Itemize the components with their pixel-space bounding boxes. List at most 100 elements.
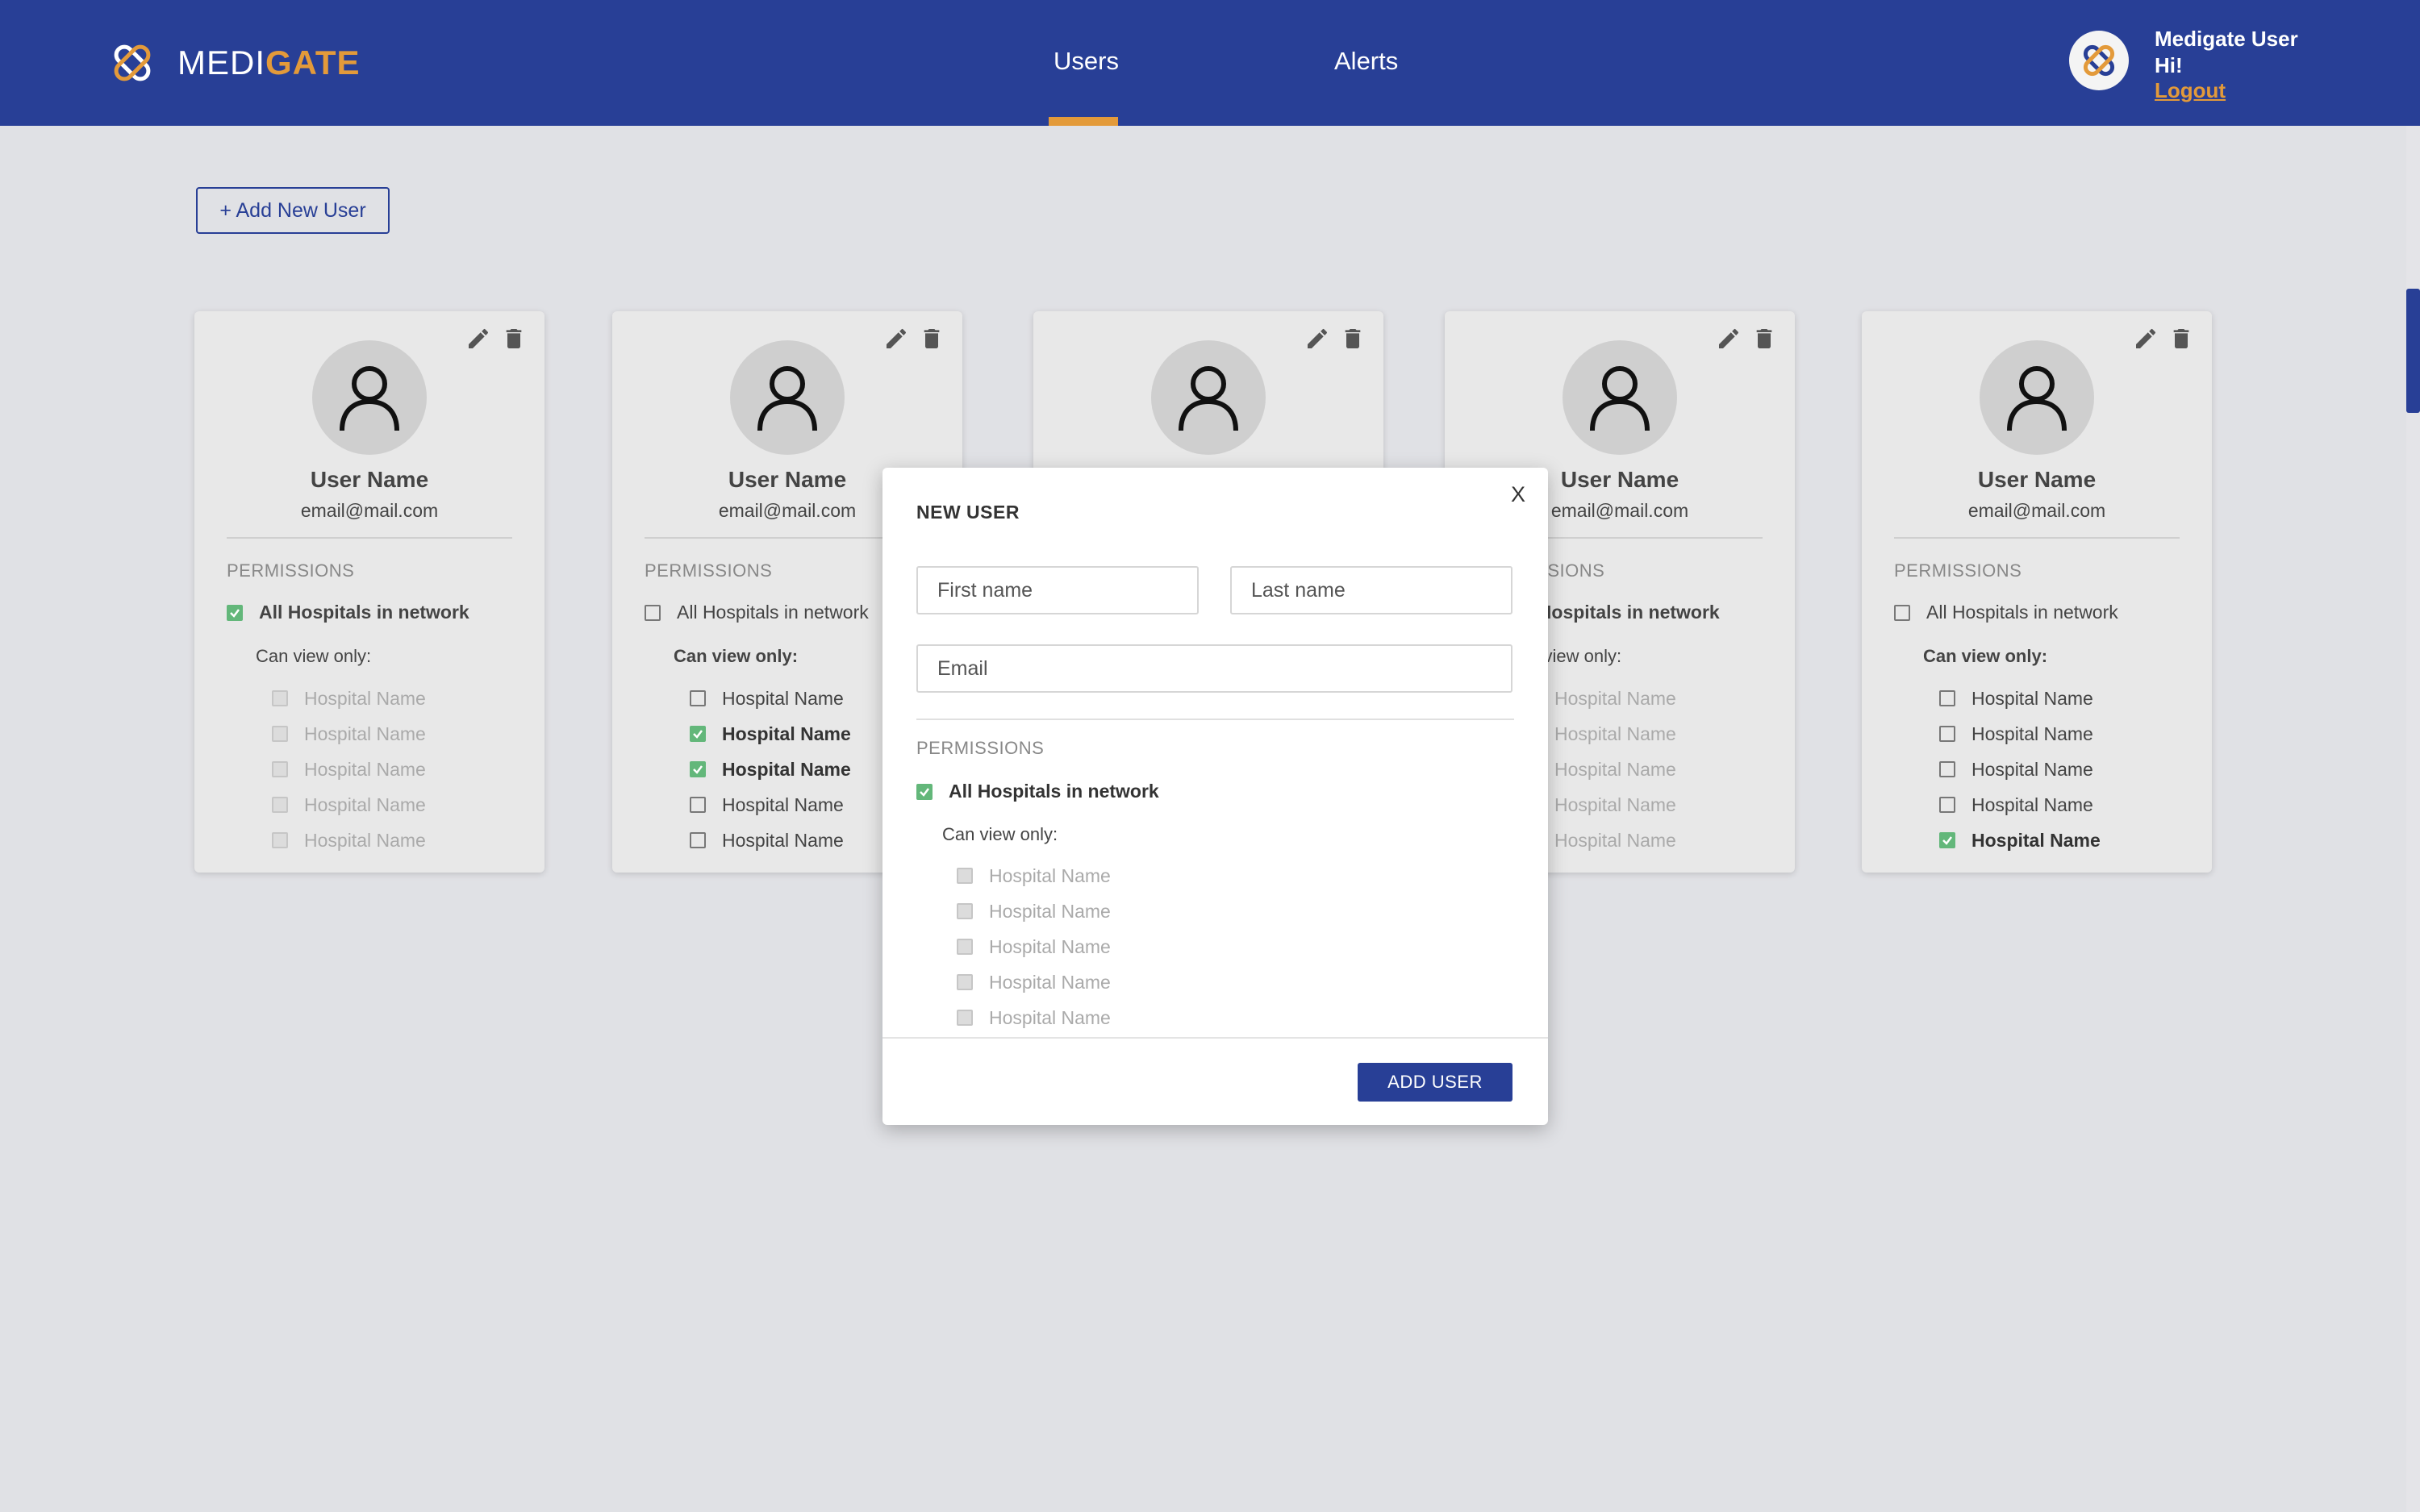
hospital-option[interactable]: Hospital Name — [1939, 787, 2101, 823]
add-new-user-button[interactable]: + Add New User — [196, 187, 390, 234]
hospital-label: Hospital Name — [1554, 687, 1676, 709]
hospital-checkbox[interactable] — [690, 832, 706, 848]
all-hospitals-checkbox[interactable] — [645, 604, 661, 621]
all-hospitals-option[interactable]: All Hospitals in network — [916, 781, 1159, 802]
edit-user-button[interactable] — [1716, 326, 1742, 356]
hospital-checkbox[interactable] — [1939, 832, 1955, 848]
brand-prefix: MEDI — [177, 44, 265, 81]
avatar — [1151, 340, 1266, 455]
hospital-option[interactable]: Hospital Name — [1939, 752, 2101, 787]
profile-avatar[interactable] — [2069, 31, 2129, 90]
logout-link[interactable]: Logout — [2155, 78, 2226, 103]
hospital-option[interactable]: Hospital Name — [1939, 716, 2101, 752]
hospital-option: Hospital Name — [272, 752, 426, 787]
hospital-option[interactable]: Hospital Name — [690, 681, 851, 716]
nav-tab-users[interactable]: Users — [1054, 47, 1119, 76]
card-actions — [1304, 326, 1366, 356]
edit-user-button[interactable] — [2133, 326, 2159, 356]
delete-user-button[interactable] — [1751, 326, 1777, 356]
hospital-option: Hospital Name — [957, 964, 1111, 1000]
hospital-option[interactable]: Hospital Name — [690, 823, 851, 858]
hospital-label: Hospital Name — [1971, 758, 2093, 780]
trash-icon — [924, 329, 940, 348]
hospital-checkbox[interactable] — [1939, 761, 1955, 777]
hospital-option[interactable]: Hospital Name — [1939, 681, 2101, 716]
user-card: User Name email@mail.com PERMISSIONS All… — [194, 311, 544, 873]
scrollbar-thumb[interactable] — [2406, 289, 2420, 413]
hospital-list: Hospital Name Hospital Name Hospital Nam… — [272, 681, 426, 858]
edit-icon — [887, 328, 907, 348]
delete-user-button[interactable] — [2168, 326, 2194, 356]
hospital-option[interactable]: Hospital Name — [690, 752, 851, 787]
edit-user-button[interactable] — [1304, 326, 1330, 356]
edit-icon — [1308, 328, 1328, 348]
edit-user-button[interactable] — [465, 326, 491, 356]
hospital-checkbox — [957, 1010, 973, 1026]
hospital-label: Hospital Name — [1554, 793, 1676, 815]
email-input[interactable]: Email — [916, 644, 1512, 693]
dialog-title: NEW USER — [916, 502, 1020, 523]
all-hospitals-checkbox[interactable] — [916, 783, 933, 800]
first-name-input[interactable]: First name — [916, 566, 1199, 614]
hospital-checkbox — [272, 690, 288, 706]
delete-user-button[interactable] — [501, 326, 527, 356]
brand-name: MEDIGATE — [177, 44, 361, 82]
hospital-label: Hospital Name — [722, 793, 844, 815]
hospital-label: Hospital Name — [989, 971, 1111, 993]
all-hospitals-checkbox[interactable] — [1894, 604, 1910, 621]
user-name: User Name — [1977, 467, 2097, 492]
hospital-label: Hospital Name — [722, 723, 851, 744]
hospital-label: Hospital Name — [1971, 687, 2093, 709]
user-card: User Name email@mail.com PERMISSIONS All… — [1862, 311, 2212, 873]
trash-icon — [2173, 329, 2189, 348]
hospital-checkbox[interactable] — [1939, 690, 1955, 706]
checkmark-icon — [1942, 836, 1952, 845]
hospital-checkbox[interactable] — [690, 726, 706, 742]
all-hospitals-option[interactable]: All Hospitals in network — [1894, 602, 2118, 623]
all-hospitals-label: All Hospitals in network — [259, 602, 469, 623]
medigate-logo-icon — [114, 44, 151, 81]
card-actions — [2133, 326, 2194, 356]
divider — [916, 719, 1514, 720]
hospital-checkbox — [957, 974, 973, 990]
delete-user-button[interactable] — [919, 326, 945, 356]
hospital-checkbox[interactable] — [1939, 797, 1955, 813]
hospital-checkbox — [957, 903, 973, 919]
last-name-input[interactable]: Last name — [1230, 566, 1512, 614]
hospital-label: Hospital Name — [1971, 829, 2101, 851]
hospital-option[interactable]: Hospital Name — [1939, 823, 2101, 858]
all-hospitals-option[interactable]: All Hospitals in network — [645, 602, 869, 623]
hospital-checkbox[interactable] — [690, 690, 706, 706]
edit-user-button[interactable] — [883, 326, 909, 356]
hospital-label: Hospital Name — [304, 758, 426, 780]
hospital-label: Hospital Name — [989, 935, 1111, 957]
user-name: User Name — [310, 467, 429, 492]
brand-logo[interactable]: MEDIGATE — [108, 39, 361, 87]
user-avatar-icon — [340, 366, 399, 431]
can-view-only-label: Can view only: — [942, 824, 1058, 844]
hospital-checkbox[interactable] — [690, 797, 706, 813]
all-hospitals-option[interactable]: All Hospitals in network — [227, 602, 469, 623]
hospital-label: Hospital Name — [304, 793, 426, 815]
hospital-checkbox[interactable] — [1939, 726, 1955, 742]
trash-icon — [1345, 329, 1361, 348]
hospital-option: Hospital Name — [272, 823, 426, 858]
hospital-option: Hospital Name — [957, 858, 1111, 893]
hospital-list: Hospital Name Hospital Name Hospital Nam… — [957, 858, 1111, 1035]
hospital-label: Hospital Name — [722, 829, 844, 851]
delete-user-button[interactable] — [1340, 326, 1366, 356]
medigate-logo-icon — [2083, 44, 2115, 77]
nav-tab-alerts[interactable]: Alerts — [1334, 47, 1398, 76]
hospital-label: Hospital Name — [989, 864, 1111, 886]
checkmark-icon — [693, 730, 703, 739]
hospital-option[interactable]: Hospital Name — [690, 787, 851, 823]
hospital-option[interactable]: Hospital Name — [690, 716, 851, 752]
hospital-checkbox[interactable] — [690, 761, 706, 777]
add-user-submit-button[interactable]: ADD USER — [1358, 1063, 1512, 1102]
divider — [1894, 537, 2180, 539]
close-dialog-button[interactable]: X — [1511, 482, 1525, 507]
all-hospitals-checkbox[interactable] — [227, 604, 243, 621]
hospital-option: Hospital Name — [272, 787, 426, 823]
hospital-label: Hospital Name — [1971, 723, 2093, 744]
divider — [227, 537, 512, 539]
